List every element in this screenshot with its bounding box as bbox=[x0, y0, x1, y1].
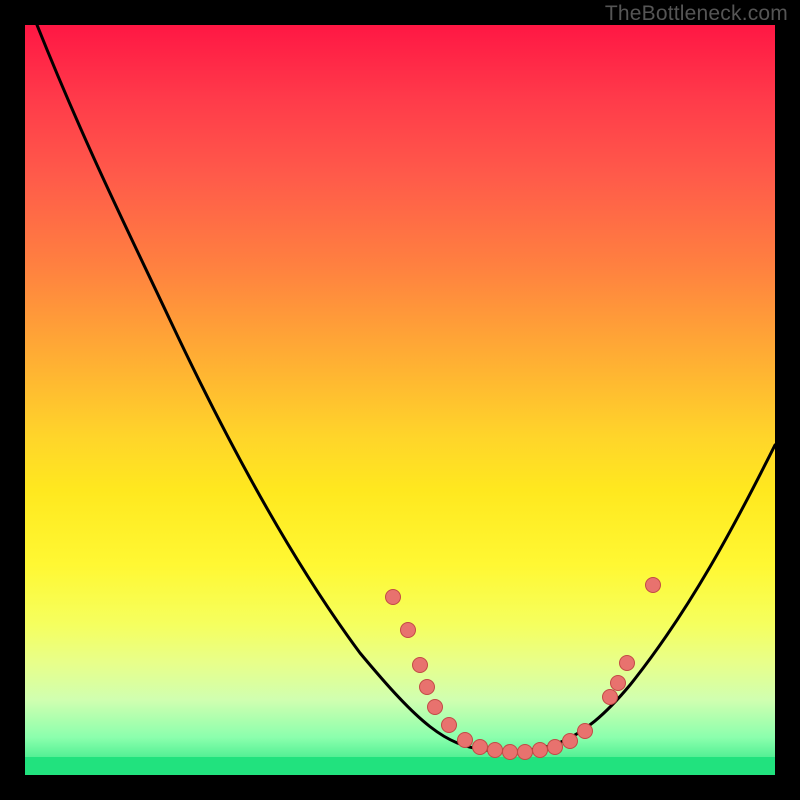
data-point bbox=[428, 700, 443, 715]
watermark-text: TheBottleneck.com bbox=[605, 2, 788, 26]
data-point bbox=[533, 743, 548, 758]
data-point bbox=[420, 680, 435, 695]
data-point bbox=[620, 656, 635, 671]
data-point bbox=[548, 740, 563, 755]
data-point bbox=[442, 718, 457, 733]
data-point bbox=[563, 734, 578, 749]
data-point bbox=[401, 623, 416, 638]
curve-points bbox=[386, 578, 661, 760]
curve-path bbox=[37, 25, 775, 751]
data-point bbox=[488, 743, 503, 758]
data-point bbox=[518, 745, 533, 760]
data-point bbox=[646, 578, 661, 593]
bottleneck-curve bbox=[25, 25, 775, 775]
data-point bbox=[603, 690, 618, 705]
data-point bbox=[611, 676, 626, 691]
data-point bbox=[503, 745, 518, 760]
data-point bbox=[578, 724, 593, 739]
data-point bbox=[458, 733, 473, 748]
data-point bbox=[413, 658, 428, 673]
data-point bbox=[386, 590, 401, 605]
plot-area bbox=[25, 25, 775, 775]
chart-frame: TheBottleneck.com bbox=[0, 0, 800, 800]
data-point bbox=[473, 740, 488, 755]
